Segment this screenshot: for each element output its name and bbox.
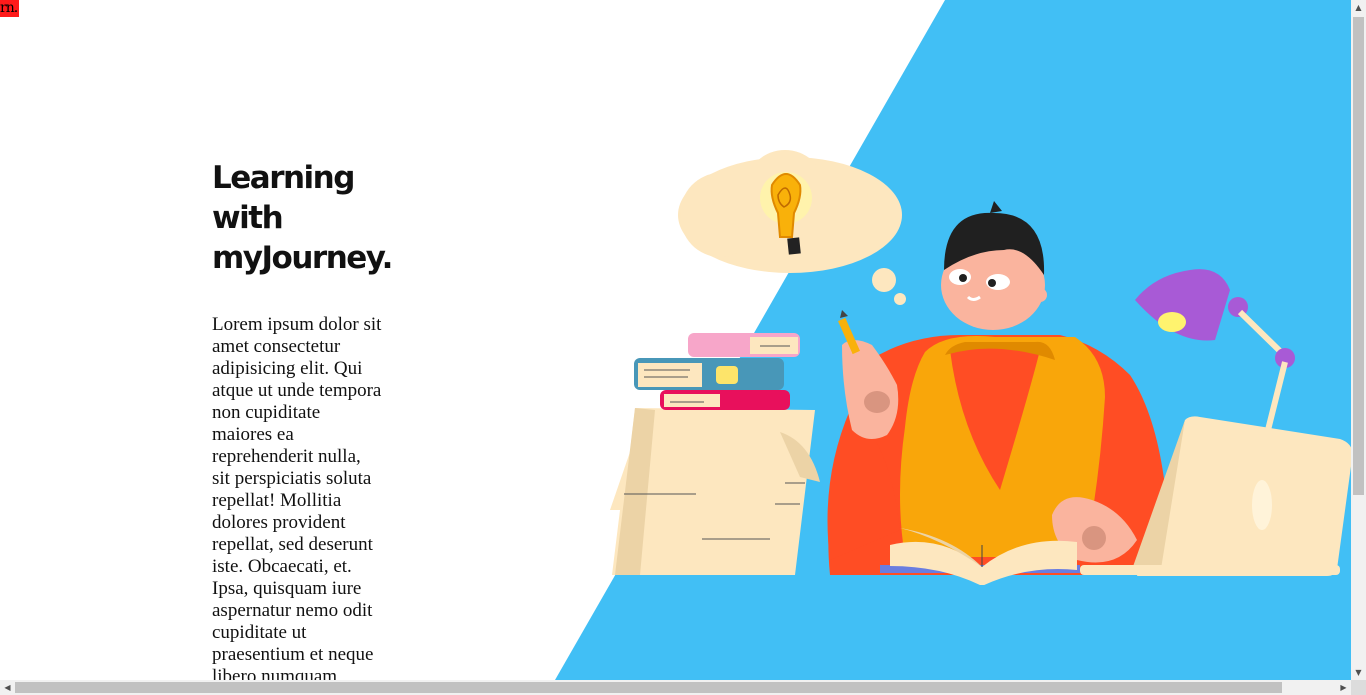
hero-description: Lorem ipsum dolor sit amet consectetur a… (212, 314, 382, 687)
scroll-right-arrow-icon[interactable]: ▶ (1336, 680, 1351, 695)
hero-text: Learning with myJourney. Lorem ipsum dol… (212, 158, 393, 688)
vertical-scrollbar[interactable]: ▲ ▼ (1351, 0, 1366, 680)
vertical-scroll-thumb[interactable] (1353, 17, 1364, 495)
book-stack (634, 333, 800, 410)
hero-title-line: myJourney. (212, 240, 393, 276)
student (827, 201, 1170, 575)
student-study-illustration (610, 150, 1353, 585)
horizontal-scroll-thumb[interactable] (15, 682, 1282, 693)
hero-title: Learning with myJourney. (212, 158, 393, 278)
scrollbar-corner (1351, 680, 1366, 695)
scroll-down-arrow-icon[interactable]: ▼ (1351, 665, 1366, 680)
hero-title-line: Learning (212, 160, 355, 196)
scroll-left-arrow-icon[interactable]: ◀ (0, 680, 15, 695)
scroll-up-arrow-icon[interactable]: ▲ (1351, 0, 1366, 15)
desk-lamp-icon (1135, 269, 1295, 431)
hero-title-line: with (212, 200, 284, 236)
horizontal-scrollbar[interactable]: ◀ ▶ (0, 680, 1351, 695)
paper-stack (610, 408, 820, 575)
